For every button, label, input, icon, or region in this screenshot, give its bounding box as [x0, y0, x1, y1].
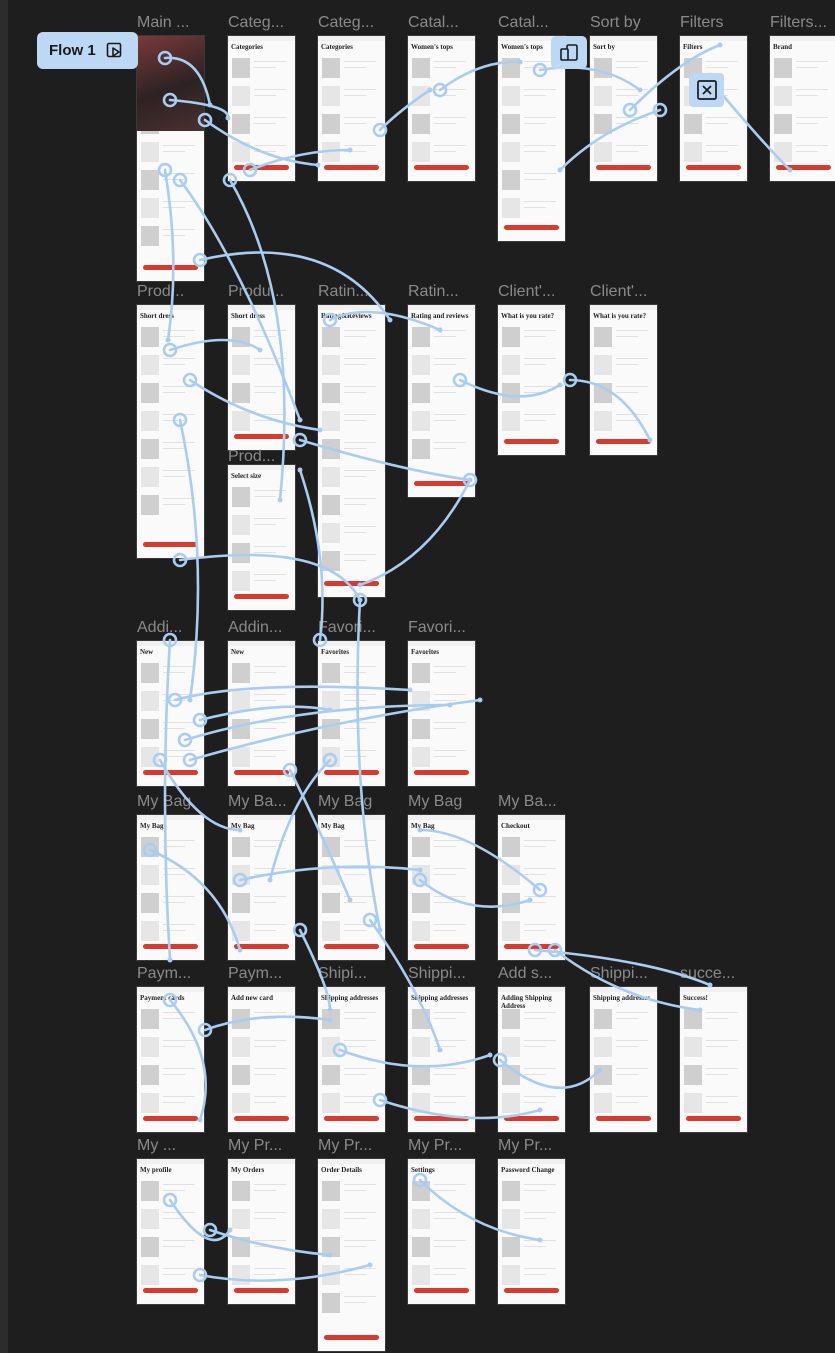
connection-endpoint — [517, 59, 523, 65]
connection-endpoint — [347, 147, 353, 153]
flow-label: Flow 1 — [49, 42, 96, 59]
connection-wire[interactable] — [378, 88, 432, 132]
connection-endpoint — [257, 347, 263, 353]
connection-endpoint — [167, 957, 173, 963]
connection-wire[interactable] — [228, 178, 286, 502]
connection-endpoint — [367, 1262, 373, 1268]
connection-wire[interactable] — [368, 918, 442, 1052]
connection-endpoint — [697, 1007, 703, 1013]
connection-wire[interactable] — [378, 1098, 542, 1120]
connection-endpoint — [537, 1107, 543, 1113]
flow-starting-point-badge[interactable]: Flow 1 — [37, 32, 138, 69]
connection-endpoint — [387, 317, 393, 323]
connection-wire[interactable] — [418, 828, 542, 892]
connection-endpoint — [187, 697, 193, 703]
connection-wire[interactable] — [268, 758, 332, 882]
connection-endpoint — [527, 897, 533, 903]
connection-wire[interactable] — [198, 1263, 372, 1282]
connection-wire[interactable] — [163, 56, 212, 107]
connection-endpoint — [647, 437, 653, 443]
connection-wire[interactable] — [358, 478, 472, 587]
connection-endpoint — [417, 867, 423, 873]
connection-endpoint — [197, 1117, 203, 1123]
connection-endpoint — [357, 582, 363, 588]
connection-endpoint — [717, 42, 723, 48]
connection-wire[interactable] — [458, 378, 562, 398]
connection-wire[interactable] — [168, 998, 207, 1122]
connection-wire[interactable] — [538, 66, 642, 92]
connection-endpoint — [557, 167, 563, 173]
connection-endpoint — [427, 87, 433, 93]
connection-wire[interactable] — [203, 1015, 332, 1032]
connection-wire[interactable] — [288, 768, 352, 902]
connection-endpoint — [437, 327, 443, 333]
prototype-connections — [142, 42, 793, 1283]
connection-wire[interactable] — [238, 865, 422, 882]
connection-endpoint — [165, 337, 171, 343]
connection-wire[interactable] — [418, 878, 532, 908]
connection-endpoint — [437, 1047, 443, 1053]
device-frame-icon[interactable] — [551, 36, 587, 69]
connection-endpoint — [317, 427, 323, 433]
connection-wire[interactable] — [168, 338, 262, 352]
connection-endpoint — [477, 697, 483, 703]
connection-endpoint — [327, 1007, 333, 1013]
connection-wire[interactable] — [338, 1048, 492, 1068]
connection-endpoint — [277, 497, 283, 503]
flow-play-icon — [106, 42, 121, 57]
connection-wire[interactable] — [438, 60, 522, 92]
connection-wire[interactable] — [188, 698, 482, 762]
connection-wire[interactable] — [198, 251, 392, 322]
prototype-canvas[interactable]: Main ...Fashion saleCateg...CategoriesCa… — [0, 0, 835, 1353]
connection-endpoint — [417, 827, 423, 833]
connection-endpoint — [315, 162, 321, 168]
connection-endpoint — [297, 467, 303, 473]
connection-wire[interactable] — [158, 758, 242, 832]
connection-endpoint — [377, 927, 383, 933]
connection-wire[interactable] — [163, 638, 172, 962]
connection-endpoint — [327, 1252, 333, 1258]
connection-wire[interactable] — [173, 685, 412, 702]
connection-wire[interactable] — [168, 98, 230, 120]
connection-wire[interactable] — [298, 468, 324, 642]
connection-wire[interactable] — [148, 848, 242, 952]
connection-endpoint — [237, 947, 243, 953]
connection-endpoint — [597, 1067, 603, 1073]
connection-wire[interactable] — [356, 598, 382, 932]
connection-wire[interactable] — [203, 118, 320, 167]
connection-wire[interactable] — [163, 168, 175, 342]
connection-wire[interactable] — [498, 1058, 602, 1090]
connection-endpoint — [267, 877, 273, 883]
connection-endpoint — [227, 1227, 233, 1233]
connection-endpoint — [487, 1052, 493, 1058]
connection-wire[interactable] — [558, 108, 662, 172]
connection-endpoint — [707, 982, 713, 988]
close-x-icon[interactable] — [689, 73, 724, 107]
connection-endpoint — [225, 115, 231, 121]
connection-wire[interactable] — [418, 1178, 542, 1242]
connection-endpoint — [347, 897, 353, 903]
connection-endpoint — [537, 1237, 543, 1243]
connection-wire[interactable] — [298, 928, 332, 1012]
connection-endpoint — [637, 87, 643, 93]
connection-endpoint — [237, 827, 243, 833]
connection-wire[interactable] — [298, 438, 472, 482]
connection-endpoint — [297, 417, 303, 423]
connection-wire[interactable] — [568, 378, 652, 442]
connection-endpoint — [407, 687, 413, 693]
connection-wire[interactable] — [178, 553, 362, 602]
connection-wire[interactable] — [553, 948, 702, 1012]
connection-endpoint — [787, 167, 793, 173]
connection-endpoint — [557, 382, 563, 388]
connection-endpoint — [327, 1017, 333, 1023]
connection-wire[interactable] — [188, 378, 322, 432]
